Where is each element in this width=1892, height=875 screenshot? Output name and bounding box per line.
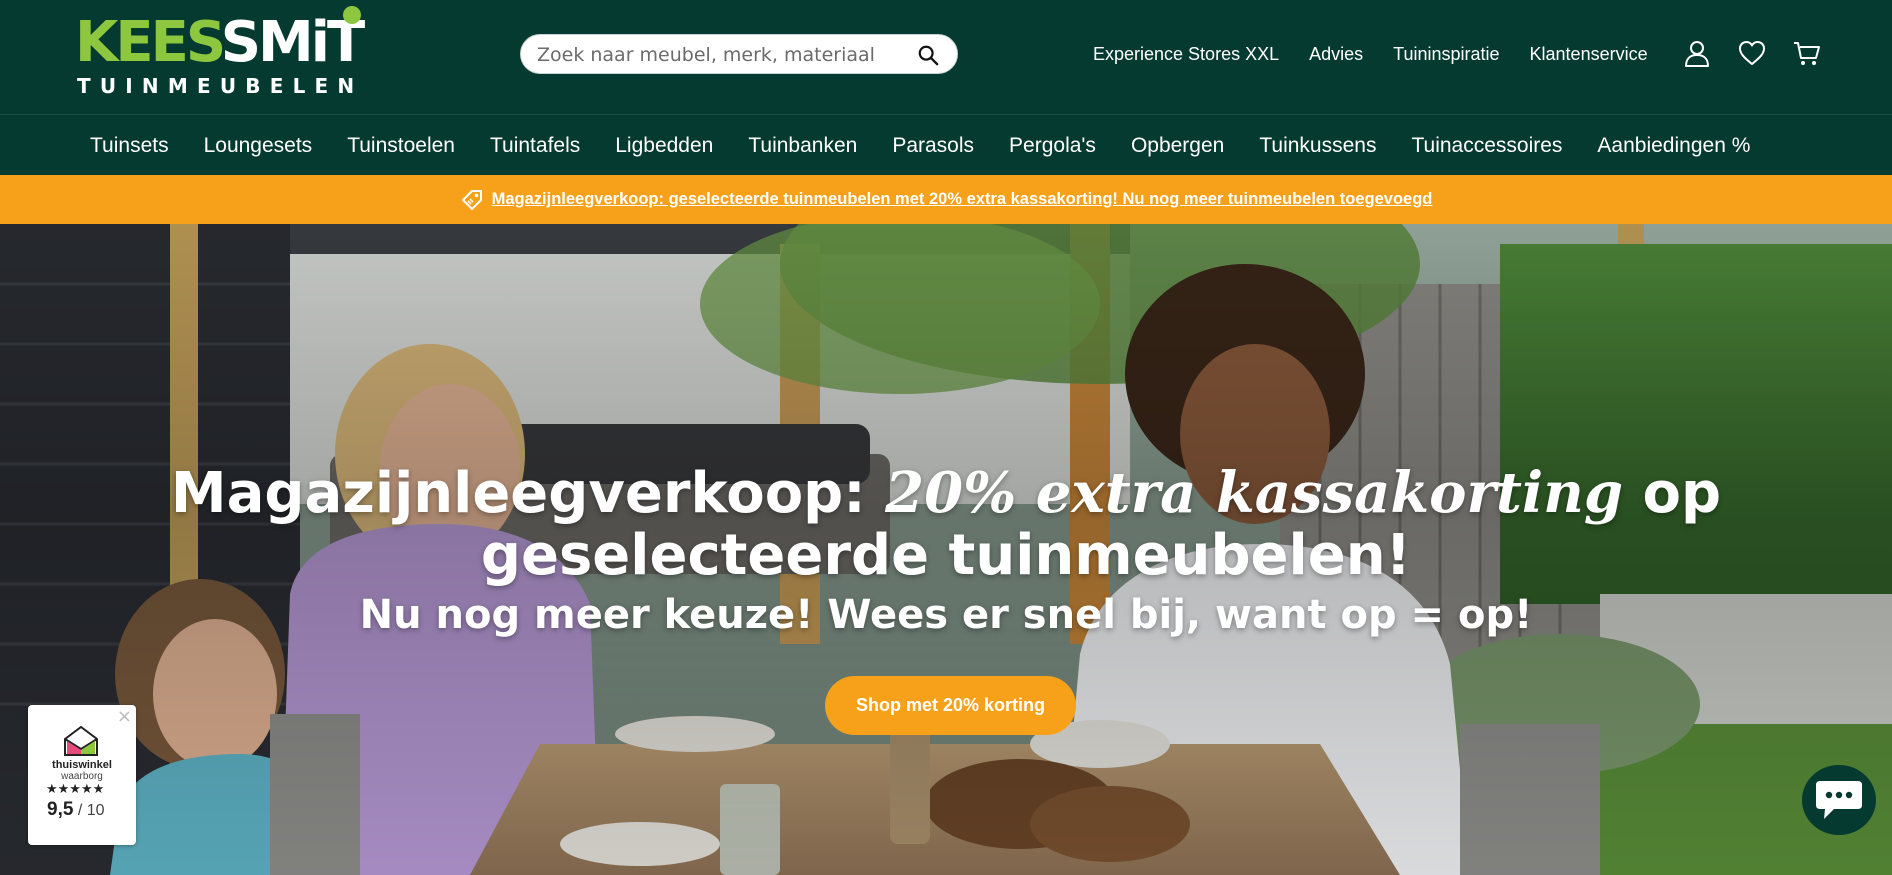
shop-discount-button[interactable]: Shop met 20% korting — [825, 676, 1076, 735]
account-icon[interactable] — [1682, 38, 1712, 68]
link-klantenservice[interactable]: Klantenservice — [1530, 44, 1648, 65]
promo-bar: Magazijnleegverkoop: geselecteerde tuinm… — [0, 175, 1892, 224]
trust-name: thuiswinkel — [52, 759, 112, 771]
trust-subtitle: waarborg — [61, 771, 103, 782]
heart-icon[interactable] — [1737, 38, 1767, 68]
nav-loungesets[interactable]: Loungesets — [204, 134, 313, 158]
hero-subtitle: Nu nog meer keuze! Wees er snel bij, wan… — [359, 592, 1533, 638]
site-header: KEESSMiT TUINMEUBELEN Experience Stores … — [0, 0, 1892, 114]
tag-icon — [461, 189, 482, 210]
nav-tuintafels[interactable]: Tuintafels — [490, 134, 580, 158]
promo-link[interactable]: Magazijnleegverkoop: geselecteerde tuinm… — [492, 190, 1433, 209]
close-icon[interactable]: × — [117, 706, 132, 727]
chat-button[interactable] — [1802, 765, 1876, 835]
cart-icon[interactable] — [1792, 38, 1822, 68]
search-input[interactable] — [537, 43, 907, 67]
hero-title-highlight: 20% extra kassakorting — [885, 460, 1624, 526]
nav-tuinbanken[interactable]: Tuinbanken — [748, 134, 857, 158]
thuiswinkel-widget[interactable]: × thuiswinkel waarborg ★★★★★ 9,5 / 10 — [28, 705, 136, 845]
nav-tuinkussens[interactable]: Tuinkussens — [1259, 134, 1376, 158]
rating-score: 9,5 / 10 — [47, 799, 105, 820]
logo-wordmark: KEESSMiT — [75, 10, 365, 75]
hero-banner: Magazijnleegverkoop: 20% extra kassakort… — [0, 224, 1892, 875]
nav-ligbedden[interactable]: Ligbedden — [615, 134, 713, 158]
nav-aanbiedingen[interactable]: Aanbiedingen % — [1597, 134, 1750, 158]
link-tuininspiratie[interactable]: Tuininspiratie — [1393, 44, 1499, 65]
kees-smit-logo[interactable]: KEESSMiT TUINMEUBELEN — [75, 6, 405, 98]
hero-title: Magazijnleegverkoop: 20% extra kassakort… — [170, 460, 1722, 588]
top-links: Experience Stores XXL Advies Tuininspira… — [1093, 44, 1678, 65]
nav-tuinsets[interactable]: Tuinsets — [90, 134, 169, 158]
link-experience-stores[interactable]: Experience Stores XXL — [1093, 44, 1279, 65]
nav-opbergen[interactable]: Opbergen — [1131, 134, 1224, 158]
nav-tuinstoelen[interactable]: Tuinstoelen — [347, 134, 455, 158]
thuiswinkel-logo-icon — [64, 725, 98, 756]
search-icon[interactable] — [917, 44, 939, 66]
chat-icon — [1816, 781, 1862, 819]
nav-tuinaccessoires[interactable]: Tuinaccessoires — [1411, 134, 1562, 158]
header-icons — [1682, 38, 1847, 68]
nav-parasols[interactable]: Parasols — [892, 134, 974, 158]
nav-pergolas[interactable]: Pergola's — [1009, 134, 1096, 158]
search-bar — [520, 34, 958, 74]
logo-dot — [343, 6, 361, 24]
rating-stars: ★★★★★ — [46, 782, 105, 797]
logo-tagline: TUINMEUBELEN — [77, 74, 364, 98]
main-nav: Tuinsets Loungesets Tuinstoelen Tuintafe… — [0, 114, 1892, 175]
link-advies[interactable]: Advies — [1309, 44, 1363, 65]
